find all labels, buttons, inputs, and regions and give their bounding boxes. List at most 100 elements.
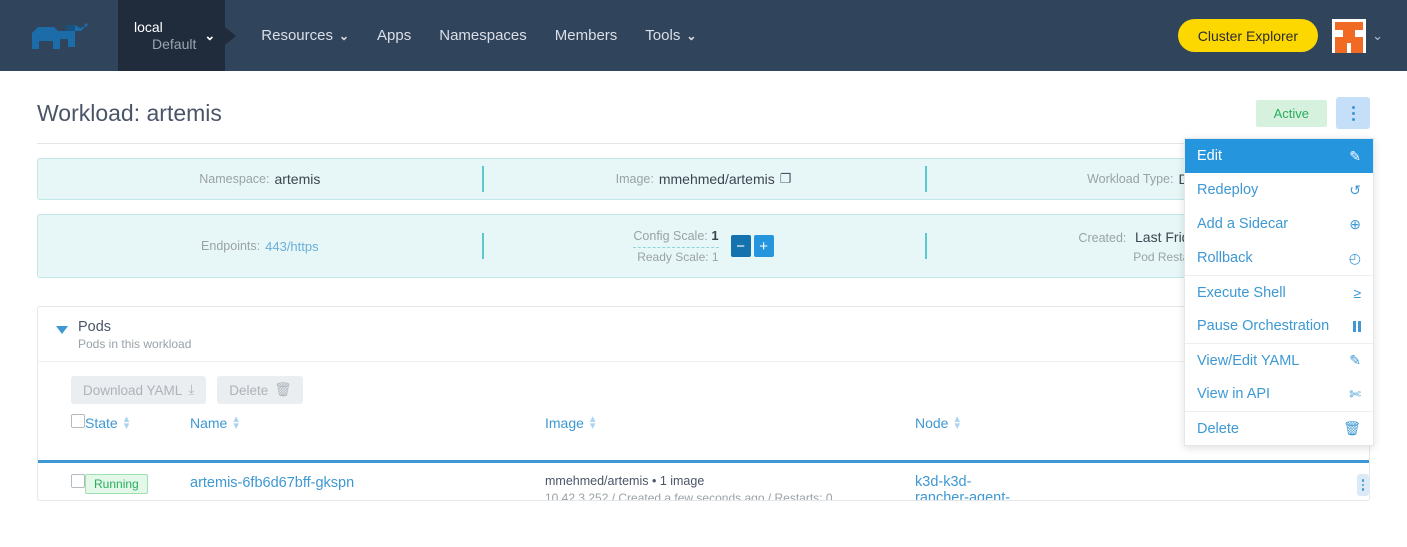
- select-all-header: [38, 414, 85, 438]
- header-underline: [38, 438, 1369, 462]
- pencil-icon: ✎: [1349, 352, 1361, 369]
- user-menu[interactable]: ⌄: [1332, 19, 1383, 53]
- pod-image-sub: 10.42.3.252 / Created a few seconds ago …: [545, 491, 915, 501]
- menu-item-edit-label: Edit: [1197, 148, 1349, 164]
- copy-icon[interactable]: ❐: [780, 171, 792, 187]
- menu-item-view-edit-yaml-label: View/Edit YAML: [1197, 353, 1349, 369]
- menu-item-rollback[interactable]: Rollback ◴: [1185, 241, 1373, 275]
- table-row[interactable]: Running artemis-6fb6d67bff-gkspn mmehmed…: [38, 462, 1369, 502]
- sort-down-glyph: ▾: [590, 423, 596, 429]
- actions-kebab-button[interactable]: [1336, 97, 1370, 129]
- sort-icon: ▴ ▾: [124, 416, 130, 428]
- menu-item-view-in-api-label: View in API: [1197, 386, 1349, 402]
- top-navigation-bar: local Default ⌄ Resources ⌄ Apps Namespa…: [0, 0, 1407, 71]
- node-name-link[interactable]: k3d-k3d-rancher-agent-2: [915, 474, 1017, 501]
- row-state-cell: Running: [85, 462, 190, 502]
- endpoints-label: Endpoints:: [201, 239, 260, 253]
- rancher-logo[interactable]: [0, 0, 118, 71]
- scale-decrement-button[interactable]: −: [731, 235, 751, 257]
- row-checkbox[interactable]: [71, 474, 85, 488]
- kebab-dot: [1362, 484, 1365, 487]
- menu-item-edit[interactable]: Edit ✎: [1185, 139, 1373, 173]
- pencil-icon: ✎: [1349, 148, 1361, 165]
- menu-item-pause-orchestration-label: Pause Orchestration: [1197, 318, 1353, 334]
- scale-increment-button[interactable]: +: [754, 235, 774, 257]
- row-image-cell: mmehmed/artemis • 1 image 10.42.3.252 / …: [545, 462, 915, 502]
- row-actions-kebab[interactable]: [1357, 474, 1369, 496]
- cluster-pill-arrow: [225, 0, 236, 71]
- column-header-name-label: Name: [190, 415, 227, 431]
- nav-item-tools[interactable]: Tools ⌄: [631, 27, 710, 44]
- endpoints-cell: Endpoints: 443/https: [38, 215, 482, 277]
- config-scale-label: Config Scale:: [633, 229, 707, 243]
- column-header-image-label: Image: [545, 415, 584, 431]
- image-label: Image:: [616, 172, 654, 186]
- download-yaml-button[interactable]: Download YAML ⤓: [71, 376, 206, 404]
- chevron-down-icon: ⌄: [686, 29, 696, 43]
- cluster-name: local: [134, 19, 196, 35]
- nav-item-namespaces[interactable]: Namespaces: [425, 27, 541, 44]
- endpoints-link[interactable]: 443/https: [265, 239, 319, 254]
- scale-cell: Config Scale: 1 Ready Scale: 1 − +: [482, 215, 926, 277]
- sort-icon: ▴ ▾: [954, 416, 960, 428]
- chevron-down-icon[interactable]: [56, 326, 68, 334]
- nav-links: Resources ⌄ Apps Namespaces Members Tool…: [225, 0, 1177, 71]
- pods-table-header-rule: [38, 438, 1369, 462]
- config-scale-value: 1: [711, 228, 718, 243]
- ready-scale-value: 1: [712, 250, 719, 264]
- cluster-selector[interactable]: local Default ⌄: [118, 0, 225, 71]
- node-text-group: k3d-k3d-rancher-agent-2 172.18.0.2 ❐: [915, 474, 1017, 501]
- plus-circle-icon: ⊕: [1349, 216, 1361, 233]
- api-icon: ✄: [1349, 386, 1361, 403]
- page-header-actions: Active: [1256, 97, 1370, 129]
- menu-item-add-a-sidecar-label: Add a Sidecar: [1197, 216, 1349, 232]
- avatar: [1332, 19, 1366, 53]
- rancher-cow-icon: [28, 19, 90, 53]
- pod-name-link[interactable]: artemis-6fb6d67bff-gkspn: [190, 475, 354, 491]
- pods-panel-header[interactable]: Pods Pods in this workload: [38, 307, 1369, 362]
- workload-summary-row-2: Endpoints: 443/https Config Scale: 1 Rea…: [37, 214, 1370, 278]
- namespace-label: Namespace:: [199, 172, 269, 186]
- status-badge: Running: [85, 474, 148, 494]
- nav-item-members[interactable]: Members: [541, 27, 632, 44]
- menu-item-add-a-sidecar[interactable]: Add a Sidecar ⊕: [1185, 207, 1373, 241]
- cluster-selector-labels: local Default: [134, 19, 196, 51]
- column-header-image[interactable]: Image ▴ ▾: [545, 414, 915, 438]
- nav-item-members-label: Members: [555, 27, 618, 44]
- download-icon: ⤓: [188, 382, 194, 398]
- menu-item-redeploy-label: Redeploy: [1197, 182, 1349, 198]
- table-action-bar: Download YAML ⤓ Delete 🗑: [38, 362, 1369, 404]
- nav-item-resources[interactable]: Resources ⌄: [247, 27, 363, 44]
- menu-item-delete-label: Delete: [1197, 421, 1343, 437]
- nav-item-apps[interactable]: Apps: [363, 27, 425, 44]
- select-all-checkbox[interactable]: [71, 414, 85, 428]
- row-select-cell: [38, 462, 85, 502]
- pod-image-main: mmehmed/artemis • 1 image: [545, 474, 915, 488]
- menu-item-pause-orchestration[interactable]: Pause Orchestration: [1185, 309, 1373, 343]
- pods-header-text: Pods Pods in this workload: [78, 319, 191, 351]
- delete-button[interactable]: Delete 🗑: [217, 376, 303, 404]
- pods-table-body: Running artemis-6fb6d67bff-gkspn mmehmed…: [38, 462, 1369, 502]
- menu-item-redeploy[interactable]: Redeploy ↺: [1185, 173, 1373, 207]
- pods-panel: Pods Pods in this workload Download YAML…: [37, 306, 1370, 501]
- menu-item-delete[interactable]: Delete 🗑: [1185, 411, 1373, 445]
- sort-down-glyph: ▾: [233, 423, 239, 429]
- title-divider: [37, 143, 1370, 144]
- chevron-down-icon[interactable]: ⌄: [204, 28, 215, 44]
- column-header-state[interactable]: State ▴ ▾: [85, 414, 190, 438]
- row-name-cell: artemis-6fb6d67bff-gkspn: [190, 462, 545, 502]
- column-header-state-inner: State ▴ ▾: [85, 415, 190, 431]
- kebab-dot: [1352, 118, 1355, 121]
- menu-item-execute-shell[interactable]: Execute Shell ≥: [1185, 275, 1373, 309]
- kebab-dot: [1352, 112, 1355, 115]
- menu-item-view-edit-yaml[interactable]: View/Edit YAML ✎: [1185, 343, 1373, 377]
- download-yaml-label: Download YAML: [83, 383, 182, 398]
- menu-item-view-in-api[interactable]: View in API ✄: [1185, 377, 1373, 411]
- pods-subtitle: Pods in this workload: [78, 337, 191, 351]
- nav-item-tools-label: Tools: [645, 27, 680, 44]
- column-header-name[interactable]: Name ▴ ▾: [190, 414, 545, 438]
- cluster-explorer-button[interactable]: Cluster Explorer: [1178, 19, 1318, 52]
- menu-item-execute-shell-label: Execute Shell: [1197, 285, 1353, 301]
- chevron-down-icon: ⌄: [1372, 28, 1383, 44]
- delete-label: Delete: [229, 383, 268, 398]
